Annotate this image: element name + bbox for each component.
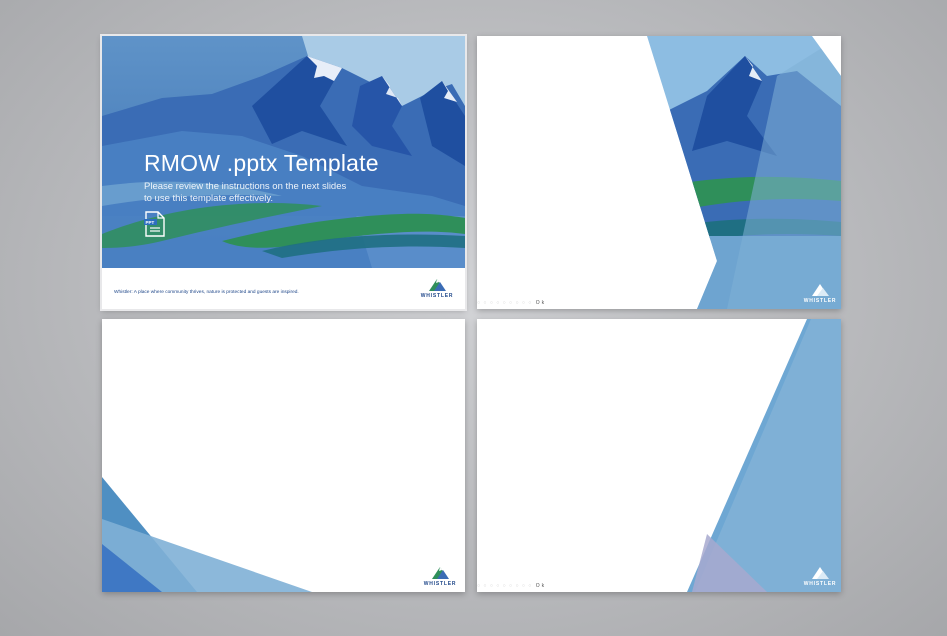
faint-controls: ○ ○ ○ ○ ○ ○ ○ ○ ○ (477, 583, 533, 589)
mountain-logo-icon (429, 279, 446, 291)
page-marker-text: Ok (535, 300, 547, 306)
logo-wordmark: WHISTLER (423, 581, 457, 587)
logo-wordmark: WHISTLER (803, 298, 837, 304)
doc-icon-label: PPT (146, 220, 155, 225)
slide-page-marker: ○ ○ ○ ○ ○ ○ ○ ○ ○ Ok (477, 583, 546, 589)
document-icon: PPT (144, 211, 165, 237)
faint-controls: ○ ○ ○ ○ ○ ○ ○ ○ ○ (477, 300, 533, 306)
slide-footer-tagline: Whistler: A place where community thrive… (114, 290, 299, 295)
slide-thumbnail-3[interactable]: WHISTLER (102, 319, 465, 592)
corner-accent-shape (102, 477, 312, 592)
slide-thumbnail-2[interactable]: ○ ○ ○ ○ ○ ○ ○ ○ ○ Ok WHISTLER (477, 36, 841, 309)
slide-thumbnail-1[interactable]: RMOW .pptx Template Please review the in… (100, 34, 467, 311)
whistler-logo: WHISTLER (420, 274, 454, 300)
whistler-logo-white: WHISTLER (803, 562, 837, 588)
logo-wordmark: WHISTLER (803, 581, 837, 587)
logo-wordmark: WHISTLER (420, 293, 454, 299)
slide-page-marker: ○ ○ ○ ○ ○ ○ ○ ○ ○ Ok (477, 300, 546, 306)
mountain-logo-icon (812, 284, 829, 296)
slide-thumbnail-4[interactable]: ○ ○ ○ ○ ○ ○ ○ ○ ○ Ok WHISTLER (477, 319, 841, 592)
diagonal-accent-shape (687, 319, 841, 592)
presentation-thumbnails: { "slides": [ { "title": "RMOW .pptx Tem… (0, 0, 947, 636)
whistler-logo: WHISTLER (423, 562, 457, 588)
mountain-logo-icon (432, 567, 449, 579)
whistler-logo-white: WHISTLER (803, 279, 837, 305)
page-marker-text: Ok (535, 583, 547, 589)
slide-subtitle: Please review the instructions on the ne… (144, 181, 347, 204)
mountain-logo-icon (812, 567, 829, 579)
diagonal-mountain-panel (647, 36, 841, 309)
slide-title: RMOW .pptx Template (144, 150, 379, 176)
